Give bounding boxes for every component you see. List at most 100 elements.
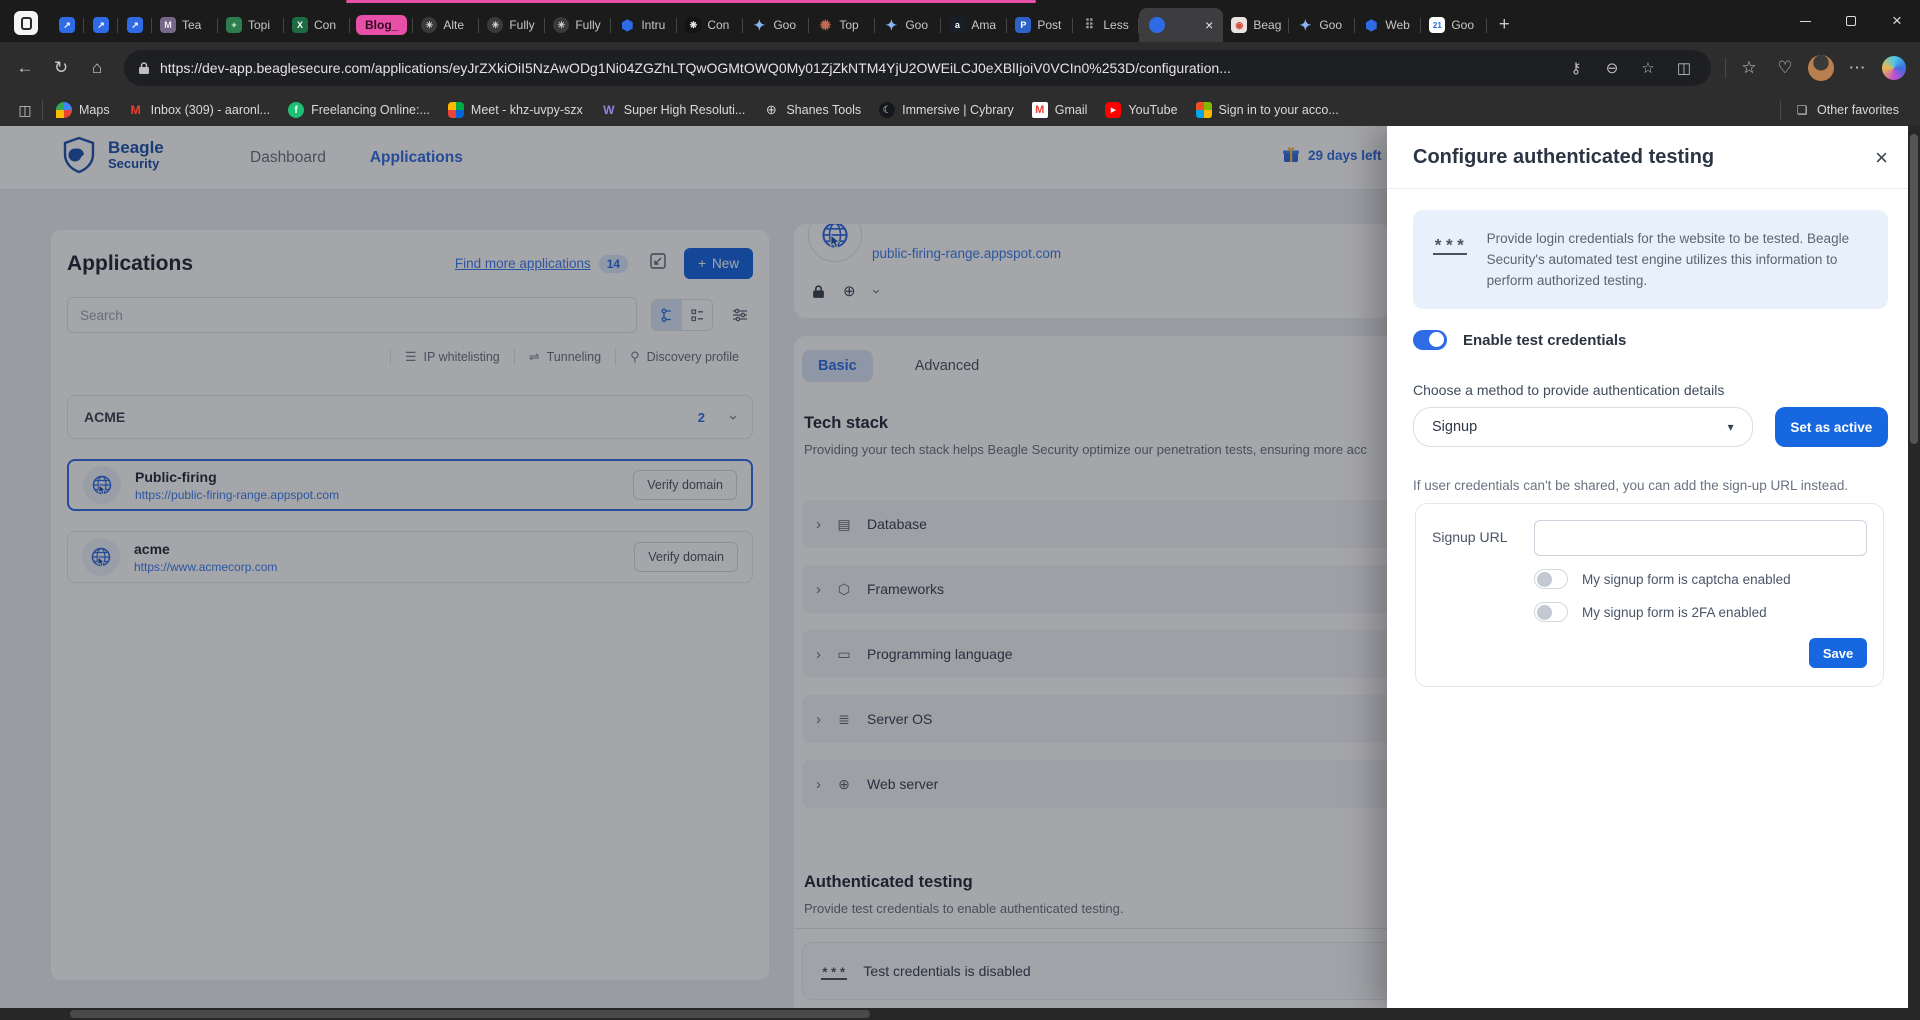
vertical-scrollbar[interactable] xyxy=(1908,126,1920,1020)
tree-view-button[interactable] xyxy=(652,300,682,330)
browser-tab[interactable]: ↗ xyxy=(50,8,84,42)
bookmark-item[interactable]: f Freelancing Online:... xyxy=(279,99,439,121)
browser-tab[interactable]: ✳ Fully xyxy=(545,8,612,42)
filter-item[interactable]: ⚲ Discovery profile xyxy=(615,349,753,365)
bookmark-item[interactable]: M Gmail xyxy=(1023,99,1097,121)
zoom-out-icon[interactable]: ⊖ xyxy=(1599,59,1625,77)
set-as-active-button[interactable]: Set as active xyxy=(1774,407,1888,447)
tab-search-button[interactable] xyxy=(14,11,38,35)
auth-method-select[interactable]: Signup ▾ xyxy=(1413,407,1753,447)
address-bar[interactable]: https://dev-app.beaglesecure.com/applica… xyxy=(124,50,1711,86)
browser-tab[interactable]: ✦ Goo xyxy=(1289,8,1356,42)
other-favorites-button[interactable]: ❏ Other favorites xyxy=(1785,99,1908,121)
browser-tab[interactable]: ✳ Alte xyxy=(413,8,480,42)
browser-tab[interactable]: ↗ xyxy=(84,8,118,42)
new-application-button[interactable]: + New xyxy=(684,248,753,279)
tab-strip: ↗ ↗ ↗ M Tea + Topi X Con Blog_ ✳ Alte ✳ … xyxy=(50,0,1488,42)
browser-tab[interactable]: M Tea xyxy=(152,8,218,42)
chevron-down-icon[interactable]: › xyxy=(725,415,742,420)
browser-tab[interactable]: ⠿ Less xyxy=(1073,8,1140,42)
nav-item[interactable]: Applications xyxy=(370,149,463,167)
filter-sliders-icon[interactable] xyxy=(727,302,753,328)
refresh-icon[interactable]: ↻ xyxy=(44,51,78,85)
vertical-scrollbar-thumb[interactable] xyxy=(1910,134,1918,444)
close-icon[interactable]: × xyxy=(1875,146,1888,169)
new-tab-button[interactable]: + xyxy=(1487,8,1521,42)
browser-tab[interactable]: P Post xyxy=(1007,8,1074,42)
browser-tab[interactable]: ⬢ Intru xyxy=(611,8,678,42)
browser-tab[interactable]: ⬢ Web xyxy=(1355,8,1422,42)
browser-tab[interactable]: + Topi xyxy=(218,8,284,42)
bookmark-item[interactable]: Sign in to your acco... xyxy=(1187,99,1348,121)
browser-tab[interactable]: ✳ Fully xyxy=(479,8,546,42)
application-group-header[interactable]: ACME 2 › xyxy=(67,395,753,439)
app-domain-link[interactable]: public-firing-range.appspot.com xyxy=(872,246,1061,261)
browser-tab[interactable]: ❋ Con xyxy=(677,8,744,42)
test-credentials-status-card[interactable]: *** Test credentials is disabled xyxy=(802,942,1402,1000)
minimize-button[interactable] xyxy=(1782,0,1828,42)
browser-tab[interactable]: 21 Goo xyxy=(1421,8,1488,42)
find-more-applications-link[interactable]: Find more applications xyxy=(455,256,591,271)
password-key-icon[interactable]: ⚷ xyxy=(1563,59,1589,77)
tab-close-icon[interactable]: × xyxy=(1205,17,1213,33)
tech-stack-accordion[interactable]: › ⬡ Frameworks xyxy=(802,565,1402,613)
search-input[interactable] xyxy=(67,297,637,333)
restore-button[interactable] xyxy=(1828,0,1874,42)
more-menu-icon[interactable]: ⋯ xyxy=(1840,51,1874,85)
tech-stack-accordion[interactable]: › ⊕ Web server xyxy=(802,760,1402,808)
bookmark-item[interactable]: W Super High Resoluti... xyxy=(592,99,755,121)
browser-tab[interactable]: ◉ Beag xyxy=(1223,8,1290,42)
detail-tab[interactable]: Advanced xyxy=(899,350,996,382)
browser-tab[interactable]: ✹ Top xyxy=(809,8,876,42)
tab-title: Tea xyxy=(182,18,202,32)
browser-tab[interactable]: Blog_ xyxy=(350,8,414,42)
sidebar-toggle-icon[interactable]: ◫ xyxy=(12,97,38,123)
twofa-enabled-toggle[interactable] xyxy=(1534,602,1568,622)
tech-stack-accordion[interactable]: › ▭ Programming language xyxy=(802,630,1402,678)
beagle-logo[interactable]: Beagle Security xyxy=(60,136,164,174)
detail-tab[interactable]: Basic xyxy=(802,350,873,382)
bookmark-item[interactable]: Maps xyxy=(47,99,119,121)
filter-item[interactable]: ☰ IP whitelisting xyxy=(389,349,514,365)
profile-avatar[interactable] xyxy=(1808,55,1834,81)
url-text[interactable]: https://dev-app.beaglesecure.com/applica… xyxy=(160,60,1553,76)
filter-item[interactable]: ⇌ Tunneling xyxy=(513,349,615,365)
verify-domain-button[interactable]: Verify domain xyxy=(633,470,737,500)
browser-tab[interactable]: ✦ Goo xyxy=(743,8,810,42)
browser-essentials-icon[interactable]: ♡ xyxy=(1768,51,1802,85)
browser-tab[interactable]: ✦ Goo xyxy=(875,8,942,42)
browser-tab[interactable]: X Con xyxy=(284,8,350,42)
close-window-button[interactable]: × xyxy=(1874,0,1920,42)
bookmark-item[interactable]: M Inbox (309) - aaronl... xyxy=(119,99,280,121)
horizontal-scrollbar-thumb[interactable] xyxy=(70,1010,870,1018)
chevron-down-icon[interactable]: › xyxy=(868,289,885,294)
bookmark-item[interactable]: ▶ YouTube xyxy=(1096,99,1186,121)
bookmark-item[interactable]: ⊕ Shanes Tools xyxy=(754,99,870,121)
browser-tab[interactable]: a Ama xyxy=(941,8,1008,42)
split-screen-icon[interactable]: ◫ xyxy=(1671,59,1697,77)
application-row[interactable]: Public-firing https://public-firing-rang… xyxy=(67,459,753,511)
app-url-link[interactable]: https://www.acmecorp.com xyxy=(134,560,620,574)
nav-item[interactable]: Dashboard xyxy=(250,149,326,167)
captcha-enabled-toggle[interactable] xyxy=(1534,569,1568,589)
copilot-icon[interactable] xyxy=(1882,56,1906,80)
list-view-button[interactable] xyxy=(682,300,712,330)
bookmark-item[interactable]: ☾ Immersive | Cybrary xyxy=(870,99,1023,121)
back-icon[interactable]: ← xyxy=(8,51,42,85)
application-row[interactable]: acme https://www.acmecorp.com Verify dom… xyxy=(67,531,753,583)
report-export-icon[interactable] xyxy=(650,253,666,274)
home-icon[interactable]: ⌂ xyxy=(80,51,114,85)
app-url-link[interactable]: https://public-firing-range.appspot.com xyxy=(135,488,619,502)
favorite-star-icon[interactable]: ☆ xyxy=(1635,59,1661,77)
browser-tab[interactable]: × xyxy=(1139,8,1224,42)
tech-stack-accordion[interactable]: › ≣ Server OS xyxy=(802,695,1402,743)
enable-test-credentials-toggle[interactable] xyxy=(1413,330,1447,350)
verify-domain-button[interactable]: Verify domain xyxy=(634,542,738,572)
save-button[interactable]: Save xyxy=(1809,638,1867,668)
bookmark-item[interactable]: Meet - khz-uvpy-szx xyxy=(439,99,592,121)
horizontal-scrollbar[interactable] xyxy=(0,1008,1908,1020)
tech-stack-accordion[interactable]: › ▤ Database xyxy=(802,500,1402,548)
browser-tab[interactable]: ↗ xyxy=(118,8,152,42)
favorites-bar-icon[interactable]: ☆ xyxy=(1732,51,1766,85)
signup-url-input[interactable] xyxy=(1534,520,1867,556)
